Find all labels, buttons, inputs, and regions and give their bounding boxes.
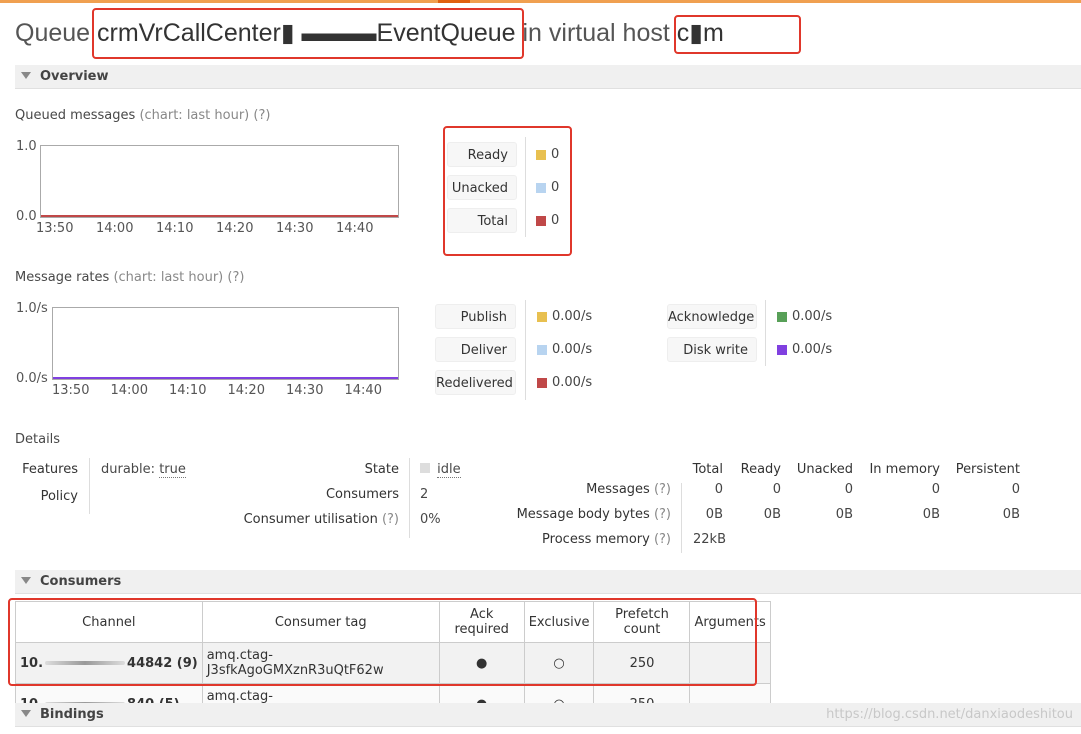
legend-value: 0	[551, 180, 560, 195]
legend-value: 0.00/s	[552, 342, 593, 357]
highlight-queue-name	[92, 8, 524, 59]
message-rates-chart	[52, 307, 399, 380]
consumers-count-label: Consumers	[325, 487, 399, 502]
chart2-x-tick: 14:10	[169, 383, 207, 398]
chart1-x-tick: 14:10	[156, 221, 194, 236]
chart2-x-tick: 14:40	[344, 383, 382, 398]
legend-separator	[525, 137, 526, 237]
state-swatch	[420, 463, 430, 473]
message-rates-hint[interactable]: (chart: last hour) (?)	[113, 270, 244, 285]
top-accent-line	[0, 0, 1081, 3]
chart1-x-tick: 14:40	[336, 221, 374, 236]
collapse-triangle-icon	[21, 577, 31, 584]
legend-value: 0	[551, 147, 560, 162]
legend-deliver-button[interactable]: Deliver	[435, 337, 516, 362]
legend-disk-write-button[interactable]: Disk write	[667, 337, 757, 362]
title-middle: in virtual host	[522, 19, 670, 47]
legend-unacked-button[interactable]: Unacked	[447, 175, 517, 200]
features-label: Features	[22, 462, 78, 477]
process-memory-value: 22kB	[693, 532, 726, 547]
section-consumers[interactable]: Consumers	[15, 570, 1081, 594]
queued-messages-hint[interactable]: (chart: last hour) (?)	[139, 108, 270, 123]
details-sep-2	[409, 458, 410, 538]
section-consumers-label: Consumers	[40, 574, 122, 589]
chart1-x-tick: 13:50	[36, 221, 74, 236]
watermark: https://blog.csdn.net/danxiaodeshitou	[826, 707, 1073, 722]
state-text: idle	[437, 462, 461, 478]
chart1-y-top: 1.0	[16, 139, 37, 154]
chart2-x-tick: 13:50	[52, 383, 90, 398]
section-overview-label: Overview	[40, 69, 109, 84]
legend-value: 0.00/s	[792, 342, 833, 357]
process-memory-label-text: Process memory	[542, 532, 650, 547]
highlight-consumers-table	[8, 598, 757, 686]
legend-ready-button[interactable]: Ready	[447, 142, 517, 167]
title-prefix: Queue	[15, 19, 91, 47]
message-rates-label: Message rates	[15, 270, 110, 285]
legend-total-button[interactable]: Total	[447, 208, 517, 233]
chart1-total-line	[41, 215, 398, 217]
policy-label: Policy	[40, 489, 78, 504]
message-rates-heading: Message rates (chart: last hour) (?)	[15, 270, 244, 285]
legend-swatch	[536, 183, 546, 193]
queued-messages-chart	[40, 145, 399, 218]
state-label: State	[364, 462, 399, 477]
legend-swatch	[537, 378, 547, 388]
collapse-triangle-icon	[21, 72, 31, 79]
stats-value: 0B	[1002, 507, 1020, 522]
section-bindings-label: Bindings	[40, 707, 104, 722]
chart1-x-tick: 14:20	[216, 221, 254, 236]
chart1-x-tick: 14:00	[96, 221, 134, 236]
legend-separator-3	[765, 300, 766, 366]
consumer-utilisation-label: Consumer utilisation (?)	[230, 512, 399, 527]
process-memory-label: Process memory (?)	[480, 532, 671, 547]
chart2-x-tick: 14:00	[110, 383, 148, 398]
features-key: durable:	[101, 462, 156, 477]
legend-acknowledge-button[interactable]: Acknowledge	[667, 304, 757, 329]
collapse-triangle-icon	[21, 710, 31, 717]
chart2-y-bottom: 0.0/s	[16, 371, 48, 386]
section-overview[interactable]: Overview	[15, 65, 1081, 89]
legend-swatch	[536, 216, 546, 226]
chart2-y-top: 1.0/s	[16, 301, 48, 316]
chart2-x-tick: 14:20	[227, 383, 265, 398]
queued-messages-label: Queued messages	[15, 108, 136, 123]
stats-header: Unacked	[796, 462, 853, 477]
active-nav-tab-indicator	[438, 0, 470, 3]
process-memory-hint[interactable]: (?)	[654, 532, 671, 547]
details-sep-3	[681, 483, 682, 553]
stats-header: Persistent	[955, 462, 1020, 477]
legend-publish-button[interactable]: Publish	[435, 304, 516, 329]
durable-value[interactable]: true	[159, 462, 186, 478]
legend-swatch	[777, 312, 787, 322]
legend-value: 0.00/s	[552, 309, 593, 324]
chart1-y-bottom: 0.0	[16, 209, 37, 224]
legend-value: 0.00/s	[792, 309, 833, 324]
legend-swatch	[537, 345, 547, 355]
chart2-x-tick: 14:30	[286, 383, 324, 398]
stats-value: 0	[844, 482, 853, 497]
details-sep-1	[89, 458, 90, 514]
chart2-rate-line	[53, 377, 398, 379]
util-hint[interactable]: (?)	[382, 512, 399, 527]
consumers-count-value: 2	[420, 487, 429, 502]
highlight-vhost	[674, 15, 801, 54]
legend-swatch	[537, 312, 547, 322]
stats-value: 0	[1011, 482, 1020, 497]
legend-swatch	[777, 345, 787, 355]
state-value: idle	[420, 462, 461, 478]
util-label: Consumer utilisation	[243, 512, 378, 527]
details-heading: Details	[15, 432, 61, 447]
features-value: durable: true	[101, 462, 186, 478]
legend-redelivered-button[interactable]: Redelivered	[435, 370, 516, 395]
chart1-x-tick: 14:30	[276, 221, 314, 236]
legend-swatch	[536, 150, 546, 160]
legend-value: 0	[551, 213, 560, 228]
consumer-utilisation-value: 0%	[420, 512, 441, 527]
legend-separator-2	[525, 300, 526, 400]
stats-value: 0B	[835, 507, 853, 522]
queued-messages-heading: Queued messages (chart: last hour) (?)	[15, 108, 270, 123]
legend-value: 0.00/s	[552, 375, 593, 390]
